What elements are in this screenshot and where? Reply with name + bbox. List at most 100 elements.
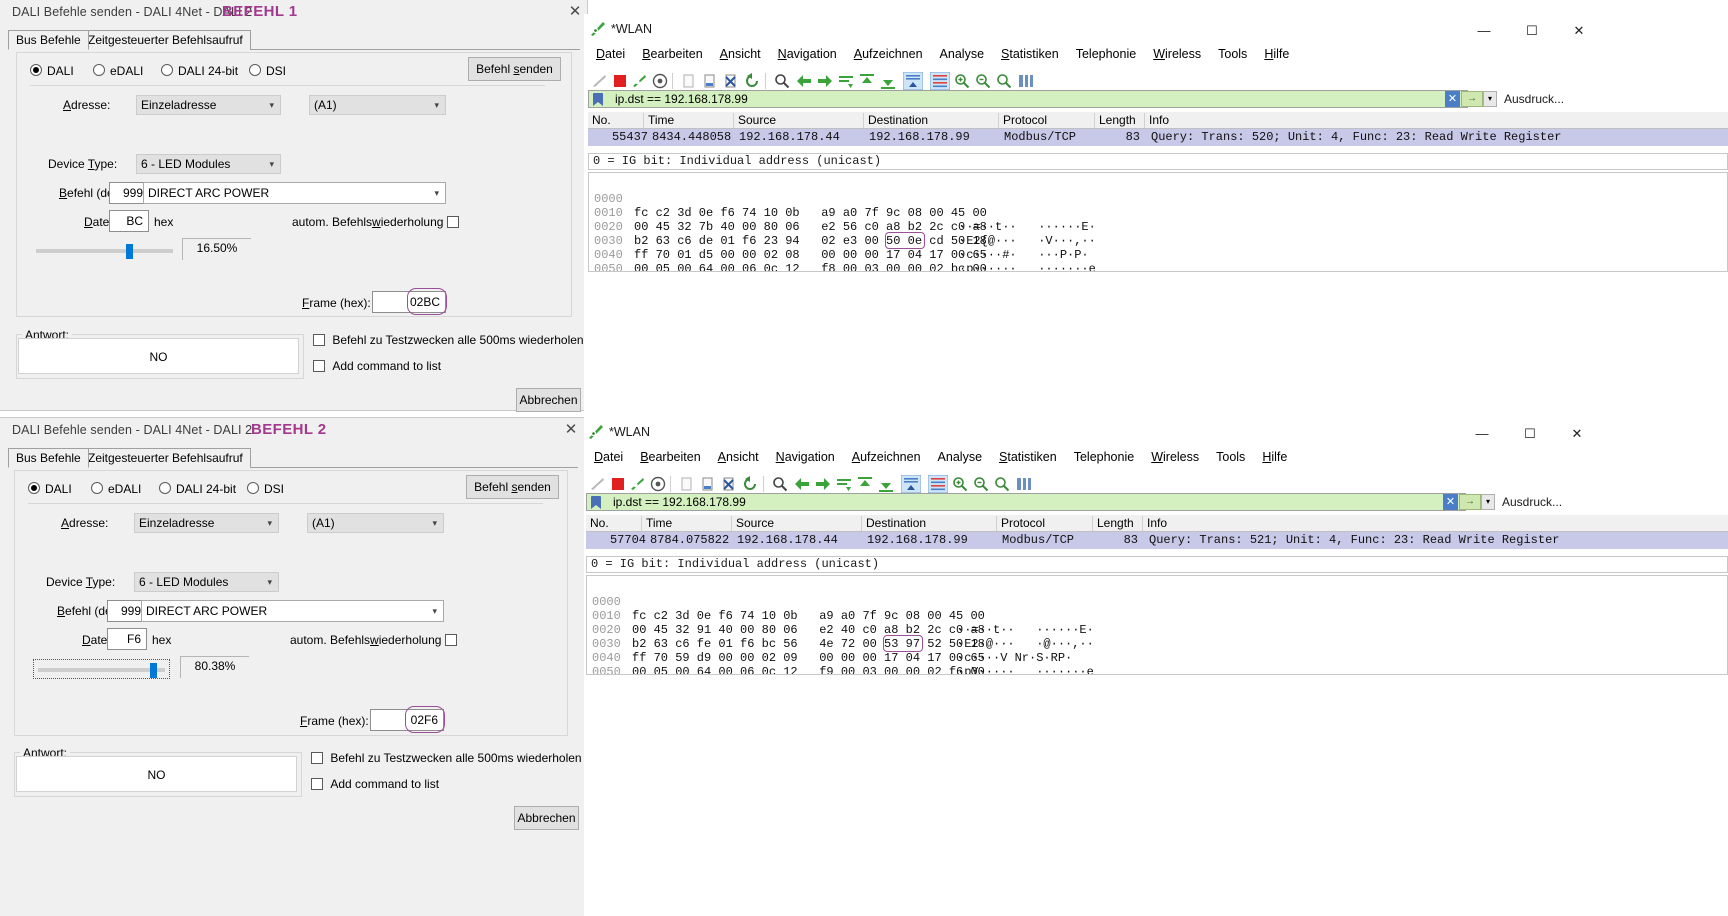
colorize-icon[interactable]: [928, 475, 948, 493]
command-name-combo[interactable]: DIRECT ARC POWER ▾: [143, 182, 446, 204]
device-type-combo[interactable]: 6 - LED Modules ▾: [136, 154, 281, 174]
menu-navigation[interactable]: Navigation: [778, 47, 837, 61]
tab-bus-befehle[interactable]: Bus Befehle: [8, 30, 89, 50]
menu-wireless[interactable]: Wireless: [1153, 47, 1201, 61]
go-to-packet-icon[interactable]: [838, 73, 854, 89]
cancel-button-1[interactable]: Abbrechen: [516, 388, 581, 412]
col-protocol[interactable]: Protocol: [999, 113, 1095, 128]
auto-repeat-checkbox[interactable]: autom. Befehlswiederholung: [290, 633, 457, 647]
close-button[interactable]: ✕: [1557, 426, 1597, 442]
maximize-button[interactable]: ☐: [1512, 23, 1552, 39]
tab-zeitgesteuerter[interactable]: Zeitgesteuerter Befehlsaufruf: [80, 448, 251, 468]
stop-capture-icon[interactable]: [612, 73, 628, 89]
save-file-icon[interactable]: [702, 73, 718, 89]
find-packet-icon[interactable]: [772, 476, 788, 492]
close-icon[interactable]: ✕: [556, 419, 586, 441]
reload-file-icon[interactable]: [744, 73, 760, 89]
radio-edali[interactable]: eDALI: [91, 482, 141, 496]
open-file-icon[interactable]: [679, 476, 695, 492]
find-packet-icon[interactable]: [774, 73, 790, 89]
level-slider-2[interactable]: [33, 659, 170, 679]
menu-analyse[interactable]: Analyse: [938, 450, 982, 464]
apply-filter-icon[interactable]: →: [1461, 91, 1483, 107]
device-type-combo[interactable]: 6 - LED Modules ▾: [134, 572, 279, 592]
capture-options-icon[interactable]: [650, 476, 666, 492]
data-value-field[interactable]: BC: [109, 210, 149, 232]
menu-telephonie[interactable]: Telephonie: [1076, 47, 1136, 61]
filter-dropdown-icon[interactable]: ▾: [1483, 91, 1497, 107]
close-file-icon[interactable]: [723, 73, 739, 89]
ws1-packet-row[interactable]: 55437 8434.448058 192.168.178.44 192.168…: [588, 129, 1728, 146]
go-last-packet-icon[interactable]: [878, 476, 894, 492]
zoom-in-icon[interactable]: [952, 476, 968, 492]
bookmark-icon[interactable]: [591, 496, 601, 509]
slider-thumb[interactable]: [150, 663, 157, 678]
clear-filter-icon[interactable]: ✕: [1443, 494, 1458, 510]
col-time[interactable]: Time: [644, 113, 734, 128]
colorize-icon[interactable]: [930, 72, 950, 90]
menu-wireless[interactable]: Wireless: [1151, 450, 1199, 464]
radio-edali[interactable]: eDALI: [93, 64, 143, 78]
tab-zeitgesteuerter[interactable]: Zeitgesteuerter Befehlsaufruf: [80, 30, 251, 50]
zoom-reset-icon[interactable]: [994, 476, 1010, 492]
menu-aufzeichnen[interactable]: Aufzeichnen: [854, 47, 923, 61]
address-combo[interactable]: Einzeladresse ▾: [134, 513, 279, 533]
clear-filter-icon[interactable]: ✕: [1445, 91, 1460, 107]
go-back-icon[interactable]: [794, 476, 810, 492]
send-command-button-1[interactable]: Befehl senden: [468, 57, 561, 81]
data-value-field[interactable]: F6: [107, 628, 147, 650]
filter-expression-button[interactable]: Ausdruck...: [1502, 493, 1572, 511]
resize-columns-icon[interactable]: [1018, 73, 1034, 89]
reload-file-icon[interactable]: [742, 476, 758, 492]
ws1-packet-detail[interactable]: 0 = IG bit: Individual address (unicast): [588, 153, 1728, 170]
add-command-checkbox-1[interactable]: Add command to list: [313, 359, 441, 373]
menu-bearbeiten[interactable]: Bearbeiten: [642, 47, 702, 61]
zoom-out-icon[interactable]: [975, 73, 991, 89]
menu-aufzeichnen[interactable]: Aufzeichnen: [852, 450, 921, 464]
test-repeat-checkbox-2[interactable]: Befehl zu Testzwecken alle 500ms wiederh…: [311, 751, 582, 765]
ws2-menubar[interactable]: Datei Bearbeiten Ansicht Navigation Aufzeich…: [594, 450, 1304, 464]
filter-text[interactable]: ip.dst == 192.168.178.99: [615, 92, 748, 106]
checkbox-box[interactable]: [446, 216, 459, 228]
resize-columns-icon[interactable]: [1016, 476, 1032, 492]
address-sub-combo[interactable]: (A1) ▾: [309, 95, 446, 115]
address-sub-combo[interactable]: (A1) ▾: [307, 513, 444, 533]
menu-tools[interactable]: Tools: [1218, 47, 1247, 61]
go-last-packet-icon[interactable]: [880, 73, 896, 89]
checkbox-box[interactable]: [444, 634, 457, 646]
checkbox-box[interactable]: [313, 360, 325, 372]
col-length[interactable]: Length: [1093, 516, 1143, 531]
filter-text[interactable]: ip.dst == 192.168.178.99: [613, 495, 746, 509]
menu-statistiken[interactable]: Statistiken: [1001, 47, 1059, 61]
filter-dropdown-icon[interactable]: ▾: [1481, 494, 1495, 510]
ws1-display-filter[interactable]: ip.dst == 192.168.178.99: [588, 90, 1468, 108]
open-file-icon[interactable]: [681, 73, 697, 89]
go-first-packet-icon[interactable]: [859, 73, 875, 89]
add-command-checkbox-2[interactable]: Add command to list: [311, 777, 439, 791]
apply-filter-icon[interactable]: →: [1459, 494, 1481, 510]
go-to-packet-icon[interactable]: [836, 476, 852, 492]
zoom-reset-icon[interactable]: [996, 73, 1012, 89]
go-first-packet-icon[interactable]: [857, 476, 873, 492]
restart-capture-icon[interactable]: [630, 476, 646, 492]
menu-bearbeiten[interactable]: Bearbeiten: [640, 450, 700, 464]
menu-ansicht[interactable]: Ansicht: [718, 450, 759, 464]
frame-field-1[interactable]: 02BC: [372, 291, 446, 313]
close-button[interactable]: ✕: [1559, 23, 1599, 39]
menu-hilfe[interactable]: Hilfe: [1264, 47, 1289, 61]
menu-navigation[interactable]: Navigation: [776, 450, 835, 464]
zoom-out-icon[interactable]: [973, 476, 989, 492]
menu-datei[interactable]: Datei: [596, 47, 625, 61]
ws2-toolbar[interactable]: [584, 473, 1728, 495]
restart-capture-icon[interactable]: [632, 73, 648, 89]
col-length[interactable]: Length: [1095, 113, 1145, 128]
ws1-menubar[interactable]: Datei Bearbeiten Ansicht Navigation Aufzeich…: [596, 47, 1306, 61]
tab-bus-befehle[interactable]: Bus Befehle: [8, 448, 89, 468]
stop-capture-icon[interactable]: [610, 476, 626, 492]
close-file-icon[interactable]: [721, 476, 737, 492]
radio-dali-24bit[interactable]: DALI 24-bit: [159, 482, 236, 496]
frame-field-2[interactable]: 02F6: [370, 709, 444, 731]
col-destination[interactable]: Destination: [864, 113, 999, 128]
radio-dali-24bit[interactable]: DALI 24-bit: [161, 64, 238, 78]
ws1-hex-pane[interactable]: 0000 fc c2 3d 0e f6 74 10 0b a9 a0 7f 9c…: [588, 172, 1728, 272]
